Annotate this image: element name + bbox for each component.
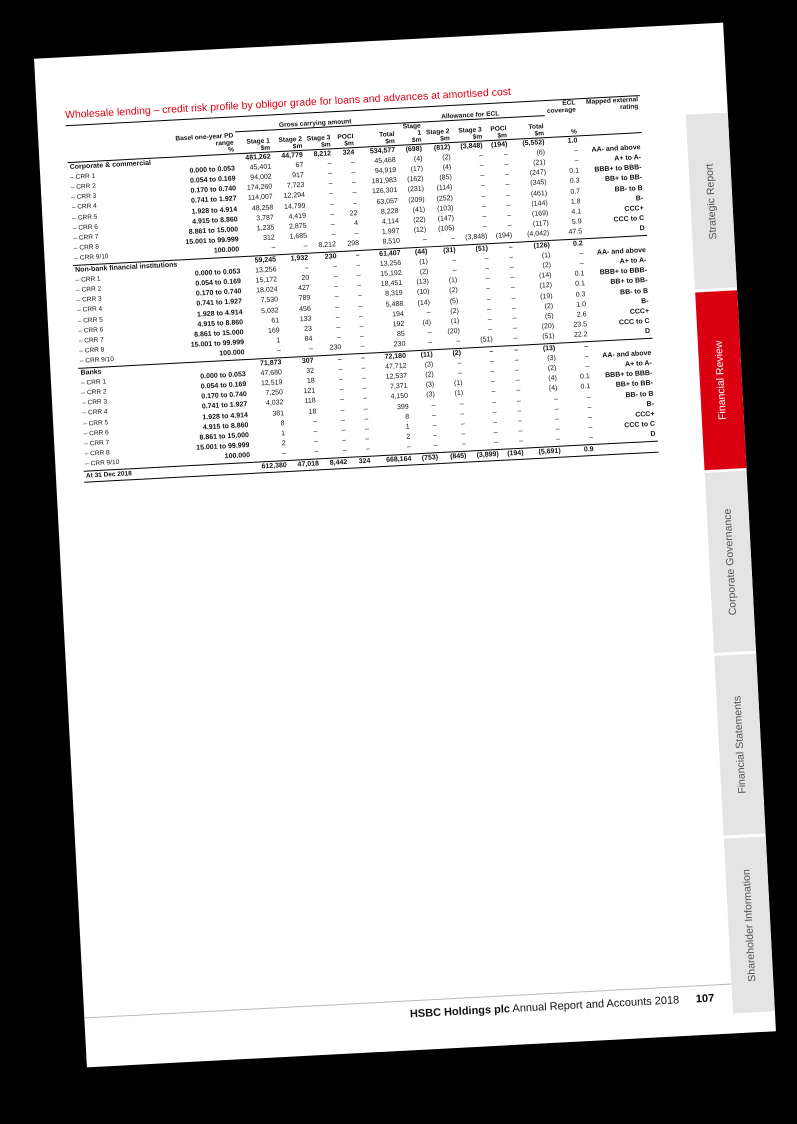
stage1-header: Stage 1 (246, 137, 270, 146)
credit-risk-table: Gross carrying amount Allowance for ECL … (65, 95, 659, 482)
total-cell: 0.9 (562, 443, 596, 457)
table-cell: – (433, 442, 438, 450)
allowance-stage2-header: Stage 2 (425, 127, 450, 136)
ecl-coverage-header: ECL coverage (544, 98, 578, 116)
tab-label: Financial Statements (731, 695, 749, 795)
total-cell: 47,018 (288, 458, 322, 472)
table-cell: – (357, 292, 362, 300)
table-cell: – (461, 441, 467, 449)
total-cell (595, 440, 659, 456)
tab-corporate-governance[interactable]: Corporate Governance (704, 471, 757, 656)
table-cell: – (342, 447, 347, 455)
total-header: Total (378, 130, 395, 139)
total-cell: 612,380 (252, 460, 290, 474)
tab-financial-statements[interactable]: Financial Statements (714, 653, 766, 839)
table-cell: 298 (347, 240, 360, 248)
tab-label: Shareholder Information (740, 868, 759, 982)
tab-strategic-report[interactable]: Strategic Report (685, 112, 738, 293)
footer-doc: Annual Report and Accounts 2018 (512, 994, 680, 1016)
total-cell: (5,691) (525, 445, 563, 459)
table-cell: – (450, 235, 456, 243)
credit-risk-table-wrap: Gross carrying amount Allowance for ECL … (65, 95, 659, 482)
total-cell (189, 461, 253, 477)
tab-label: Corporate Governance (721, 508, 740, 616)
total-cell: 8,442 (320, 456, 350, 470)
table-cell: – (518, 438, 524, 446)
table-cell: – (510, 284, 516, 292)
allowance-total-header: Total (528, 122, 544, 131)
allowance-stage1-header: Stage 1 (402, 122, 422, 137)
allowance-stage3-header: Stage 3 (458, 125, 482, 135)
table-cell: 230 (329, 344, 342, 353)
table-cell: – (365, 446, 371, 454)
table-cell: – (352, 189, 357, 197)
table-cell: – (513, 335, 518, 343)
tab-financial-review[interactable]: Financial Review (695, 290, 747, 474)
stage3-header: Stage 3 (306, 133, 331, 143)
tab-label: Financial Review (712, 340, 729, 421)
footer-company: HSBC Holdings plc (409, 1003, 511, 1021)
table-cell: – (363, 395, 368, 403)
table-cell: – (422, 236, 427, 244)
table-cell: – (505, 181, 510, 189)
tab-shareholder-information[interactable]: Shareholder Information (723, 836, 776, 1017)
table-cell: 8,212 (318, 241, 337, 250)
report-page: Wholesale lending – credit risk profile … (34, 22, 776, 1068)
table-body: Corporate & commercial 481,262 44,779 8,212… (67, 132, 659, 482)
table-cell: – (360, 343, 365, 351)
tab-label: Strategic Report (703, 162, 720, 240)
total-cell: (753) (413, 452, 441, 465)
section-tabs: Strategic Report Financial Review Corpor… (685, 112, 776, 1017)
poci-header: POCI (337, 132, 354, 141)
table-cell: – (456, 338, 461, 346)
total-cell: 324 (349, 455, 373, 469)
total-cell: (845) (439, 450, 469, 464)
allowance-poci-header: POCI (490, 124, 507, 133)
table-cell: – (428, 339, 433, 347)
total-cell: (3,899) (468, 448, 502, 462)
stage2-header: Stage 2 (278, 135, 303, 144)
table-cell: (194) (495, 232, 513, 241)
total-cell: 668,164 (372, 453, 414, 467)
page-number: 107 (695, 992, 715, 1006)
total-cell: (194) (500, 447, 526, 461)
